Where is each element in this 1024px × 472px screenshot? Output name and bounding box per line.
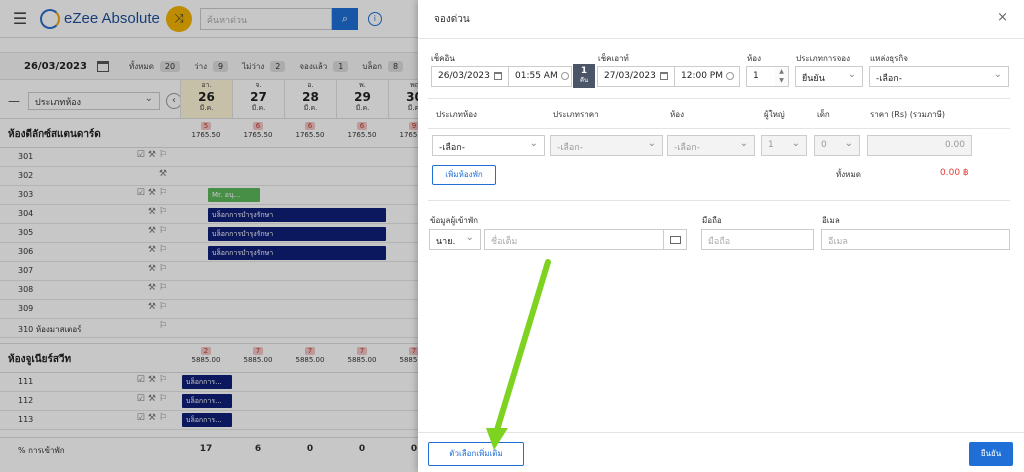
col-adults: ผู้ใหญ่ <box>764 110 785 119</box>
add-room-button[interactable]: เพิ่มห้องพัก <box>432 165 496 185</box>
col-price: ราคา (Rs) (รวมภาษี) <box>870 110 946 119</box>
more-options-button[interactable]: ตัวเลือกเพิ่มเติม <box>428 442 524 466</box>
col-room: ห้อง <box>670 110 684 119</box>
checkin-date-input[interactable]: 26/03/2023 <box>431 66 509 87</box>
rooms-stepper[interactable]: 1 <box>746 66 776 87</box>
title-select[interactable]: นาย. <box>429 229 481 250</box>
id-card-icon[interactable] <box>663 229 687 250</box>
confirm-button[interactable]: ยืนยัน <box>969 442 1013 466</box>
checkout-label: เช็คเอาท์ <box>598 54 629 63</box>
col-rate-type: ประเภทราคา <box>553 110 599 119</box>
stepper-arrows-icon[interactable]: ▲ ▼ <box>775 66 789 87</box>
checkout-time-input[interactable]: 12:00 PM <box>674 66 740 87</box>
mobile-label: มือถือ <box>702 216 722 225</box>
modal-overlay[interactable] <box>0 0 418 472</box>
close-icon[interactable]: × <box>997 10 1008 25</box>
panel-title: จองด่วน <box>434 14 470 25</box>
calendar-icon <box>659 71 668 80</box>
divider <box>418 432 1024 433</box>
business-source-select[interactable]: -เลือก- <box>869 66 1009 87</box>
email-input[interactable]: อีเมล <box>821 229 1010 250</box>
rooms-label: ห้อง <box>747 54 761 63</box>
checkout-date-input[interactable]: 27/03/2023 <box>597 66 675 87</box>
booking-type-label: ประเภทการจอง <box>796 54 850 63</box>
price-input[interactable]: 0.00 <box>867 135 972 156</box>
email-label: อีเมล <box>822 216 840 225</box>
calendar-icon <box>493 71 502 80</box>
guest-info-label: ข้อมูลผู้เข้าพัก <box>430 216 478 225</box>
divider <box>428 98 1010 99</box>
room-type-select[interactable]: -เลือก- <box>432 135 545 156</box>
mobile-input[interactable]: มือถือ <box>701 229 814 250</box>
col-room-type: ประเภทห้อง <box>436 110 477 119</box>
divider <box>418 38 1024 39</box>
checkin-time-input[interactable]: 01:55 AM <box>508 66 572 87</box>
col-children: เด็ก <box>817 110 830 119</box>
room-select[interactable]: -เลือก- <box>667 135 755 156</box>
clock-icon <box>560 71 569 80</box>
total-value: 0.00 ฿ <box>940 168 969 178</box>
guest-name-input[interactable]: ชื่อเต็ม <box>484 229 664 250</box>
checkin-label: เช็คอิน <box>431 54 455 63</box>
children-select[interactable]: 0 <box>814 135 860 156</box>
divider <box>428 200 1010 201</box>
booking-type-select[interactable]: ยืนยัน <box>795 66 863 87</box>
clock-icon <box>726 71 734 80</box>
business-source-label: แหล่งธุรกิจ <box>870 54 908 63</box>
adults-select[interactable]: 1 <box>761 135 807 156</box>
total-label: ทั้งหมด <box>836 170 861 179</box>
nights-badge: 1 คืน <box>573 64 595 88</box>
divider <box>428 128 1010 129</box>
rate-type-select[interactable]: -เลือก- <box>550 135 663 156</box>
